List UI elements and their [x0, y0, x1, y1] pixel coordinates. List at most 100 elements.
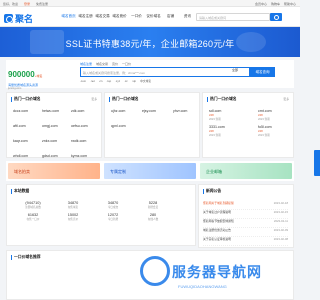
watermark-icon — [140, 256, 170, 286]
news-item[interactable]: 聚名网春节放假安排通知 2023-02-11 — [203, 219, 288, 228]
site-logo[interactable]: 聚名 — [4, 12, 33, 25]
promo-block: 900000+域名 海量优质域名源头资源 juming.com — [8, 64, 58, 90]
domain-search-input[interactable]: 输入域名或关键词搜索注册，例：china***.com — [80, 67, 250, 77]
domain-item[interactable]: aftl.com — [13, 124, 39, 128]
nav-item-store[interactable]: 店铺 — [162, 14, 179, 19]
side-toolbar[interactable] — [314, 150, 320, 176]
nav-item-auction[interactable]: 域名竞价 — [111, 14, 128, 19]
featured-item[interactable]: fo5l.com ¥48 2023 到期 — [258, 125, 303, 137]
login-link[interactable]: 登录 — [24, 2, 30, 6]
domain-search-button[interactable]: 域名查询 — [250, 67, 275, 77]
banner-headline: SSL证书特惠38元/年，企业邮箱260元/年 — [65, 39, 235, 49]
domain-grid: ujhz.com ejsy.com yhvr.com qpnl.com — [111, 109, 201, 128]
panel-title: 新闻公告 — [203, 189, 221, 194]
featured-domains-panel: 热门一口价域名 更多 sdl.com ¥48 2023 到期 cmt.com ¥48 2… — [202, 92, 294, 158]
domain-item[interactable]: omgj.com — [42, 124, 68, 128]
stats-grid: (944710) 注册域名总数 34870 在售域名 34870 今日成交 5228 新… — [13, 201, 173, 221]
news-panel: 新闻公告 聚名网关于域名到期提醒 2023-02-18 关于域名过户流程说明 202… — [198, 184, 294, 248]
domain-item[interactable]: kaqr.com — [13, 139, 39, 143]
news-item[interactable]: 关于域名过户流程说明 2023-02-15 — [203, 210, 288, 219]
nav-menu: 域名首页 域名注册 域名交易 域名竞价 一口价 议价域名 店铺 资讯 — [60, 14, 196, 19]
ad-banner-auction[interactable]: 域名拍卖 — [8, 163, 100, 179]
nav-item-negotiate[interactable]: 议价域名 — [145, 14, 162, 19]
domain-item[interactable]: znkx.com — [42, 139, 68, 143]
domain-item[interactable]: ujhz.com — [111, 109, 139, 113]
suffix-list: .com .net .cn .top .xyz .cc .vip 中文域名 — [80, 79, 151, 83]
stat-item: 15002 在售竞价 — [67, 213, 79, 221]
suffix-option[interactable]: .top — [106, 79, 111, 83]
panel-title: 热门一口价域名 — [109, 97, 139, 102]
ad-banner-custom[interactable]: 专属定制 — [104, 163, 196, 179]
nav-item-news[interactable]: 资讯 — [179, 14, 196, 19]
nav-search-input[interactable]: 请输入域名或关键词 — [196, 13, 270, 21]
watermark-subtext: FUWUQIDAOHANGWANG — [178, 284, 227, 289]
stat-item: (944710) 注册域名总数 — [25, 201, 41, 209]
promo-unit: +域名 — [34, 74, 43, 78]
register-link[interactable]: 免费注册 — [36, 2, 48, 6]
suffix-option[interactable]: .cc — [124, 79, 128, 83]
domain-item[interactable]: heiwu.com — [42, 109, 68, 113]
panel-title: 热门一口价域名 — [11, 97, 41, 102]
help-link[interactable]: 帮助中心 — [284, 2, 296, 6]
suffix-option[interactable]: .com — [80, 79, 86, 83]
featured-item[interactable]: 3331.com ¥48 2023 到期 — [209, 125, 254, 137]
tab-register[interactable]: 域名注册 — [80, 62, 92, 66]
suffix-option[interactable]: .xyz — [115, 79, 120, 83]
domain-item[interactable]: whdl.com — [13, 154, 39, 158]
promo-site: juming.com — [8, 87, 22, 90]
hot-domains-panel-2: 热门一口价域名 ujhz.com ejsy.com yhvr.com qpnl.… — [104, 92, 200, 158]
domain-item[interactable]: oefsu.com — [71, 124, 97, 128]
suffix-option[interactable]: 中文域名 — [140, 79, 151, 83]
nav-item-fixed-price[interactable]: 一口价 — [128, 14, 145, 19]
featured-grid: sdl.com ¥48 2023 到期 cmt.com ¥48 2023 到期 3331… — [209, 109, 303, 137]
top-utility-bar: 您好，欢迎 登录 免费注册 会员中心 购物车 帮助中心 — [0, 0, 300, 7]
member-center-link[interactable]: 会员中心 — [255, 2, 267, 6]
search-tabs: 域名注册 域名交易 竞价 一口价 — [80, 62, 131, 66]
featured-item[interactable]: sdl.com ¥48 2023 到期 — [209, 109, 254, 121]
more-link[interactable]: 更多 — [283, 97, 289, 101]
tab-trade[interactable]: 域名交易 — [96, 62, 108, 66]
domain-item[interactable]: ejsy.com — [142, 109, 170, 113]
suffix-option[interactable]: .cn — [99, 79, 103, 83]
news-item[interactable]: 域名注册优惠活动公告 2023-02-09 — [203, 228, 288, 237]
nav-item-register[interactable]: 域名注册 — [77, 14, 94, 19]
news-item[interactable]: 关于实名认证审核说明 2023-02-08 — [203, 237, 288, 246]
nav-item-trade[interactable]: 域名交易 — [94, 14, 111, 19]
panel-title: 一口价域名推荐 — [11, 255, 41, 260]
domain-item[interactable]: kymz.com — [71, 154, 97, 158]
tab-auction[interactable]: 竞价 — [112, 62, 118, 66]
cart-link[interactable]: 购物车 — [271, 2, 280, 6]
suffix-option[interactable]: .net — [90, 79, 95, 83]
logo-text: 聚名 — [15, 14, 34, 24]
news-list: 聚名网关于域名到期提醒 2023-02-18 关于域名过户流程说明 2023-02-… — [203, 201, 288, 246]
logo-icon — [4, 14, 13, 23]
search-icon[interactable] — [270, 13, 282, 21]
tab-fixed-price[interactable]: 一口价 — [122, 62, 131, 66]
domain-item[interactable]: dccz.com — [13, 109, 39, 113]
stat-item: 5228 新增会员 — [147, 201, 159, 209]
news-item[interactable]: 聚名网关于域名到期提醒 2023-02-18 — [203, 201, 288, 210]
stat-item: 61632 在售一口价 — [26, 213, 40, 221]
domain-item[interactable]: yhvr.com — [173, 109, 201, 113]
suffix-option[interactable]: .vip — [132, 79, 136, 83]
nav-item-home[interactable]: 域名首页 — [60, 14, 77, 19]
featured-item[interactable]: cmt.com ¥48 2023 到期 — [258, 109, 303, 121]
stat-item: 12072 今日新增 — [107, 213, 119, 221]
stat-item: 34870 在售域名 — [67, 201, 79, 209]
promo-banner[interactable]: SSL证书特惠38元/年，企业邮箱260元/年 — [0, 27, 300, 57]
domain-item[interactable]: zdk.com — [71, 109, 97, 113]
stat-item: 280 在线人数 — [147, 213, 159, 221]
stat-item: 34870 今日成交 — [107, 201, 119, 209]
domain-grid: dccz.com heiwu.com zdk.com aftl.com omgj… — [13, 109, 97, 158]
panel-title: 本站数据 — [11, 189, 29, 194]
domain-item[interactable]: rwdk.com — [71, 139, 97, 143]
hot-domains-panel: 热门一口价域名 更多 dccz.com heiwu.com zdk.com af… — [6, 92, 102, 158]
promo-number: 900000 — [8, 70, 35, 79]
ad-banner-mail[interactable]: 企业邮箱 — [200, 163, 292, 179]
domain-item[interactable]: gdsd.com — [42, 154, 68, 158]
search-scope-select[interactable]: 全部 — [232, 68, 238, 72]
domain-item[interactable]: qpnl.com — [111, 124, 139, 128]
panel-title: 热门一口价域名 — [207, 97, 237, 102]
more-link[interactable]: 更多 — [91, 97, 97, 101]
welcome-text: 您好，欢迎 — [3, 2, 19, 6]
